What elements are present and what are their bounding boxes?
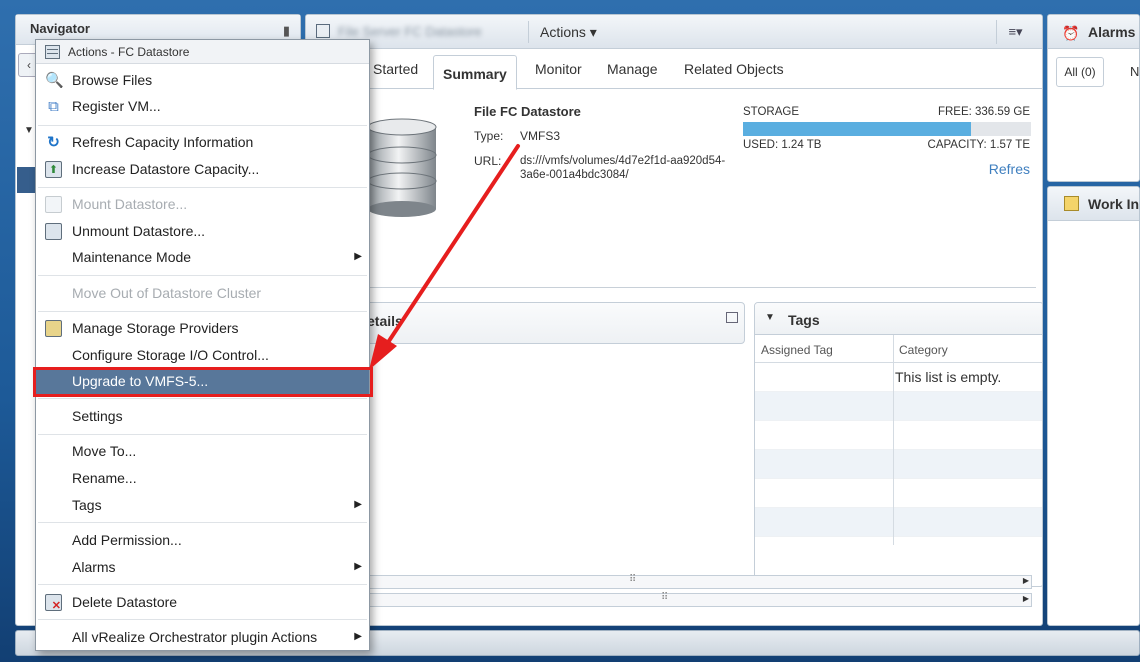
annotation-arrow [369, 144, 520, 370]
